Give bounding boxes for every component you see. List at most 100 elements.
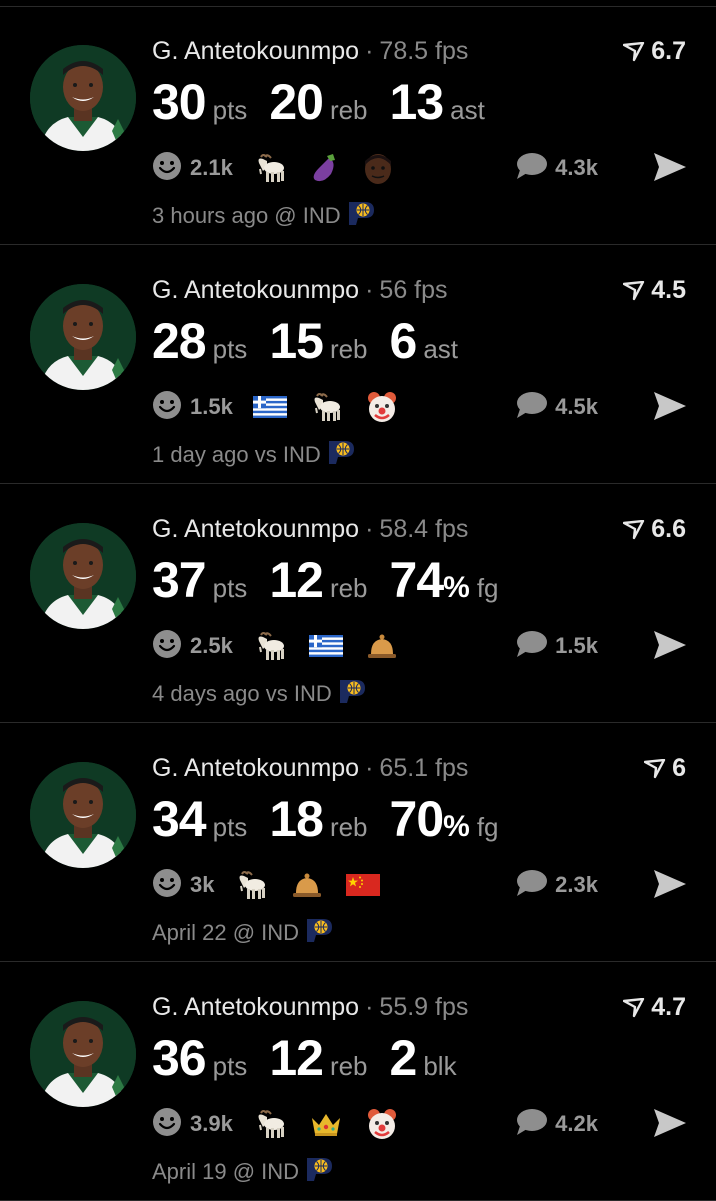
share-arrow-icon	[652, 392, 688, 426]
game-time-opponent: 3 hours ago @ IND	[152, 203, 341, 228]
stat-pts: 37 pts	[152, 551, 247, 609]
player-name[interactable]: G. Antetokounmpo	[152, 37, 359, 65]
player-avatar[interactable]	[30, 284, 136, 390]
stat-value: 18	[269, 791, 324, 847]
goat-icon[interactable]	[253, 1109, 287, 1139]
upvote-arrow-icon[interactable]	[623, 280, 645, 301]
vote-score[interactable]: 6.7	[623, 37, 686, 66]
stat-percent-sign: %	[443, 810, 470, 843]
vote-score[interactable]: 4.5	[623, 276, 686, 305]
react-button[interactable]: 3.9k	[152, 1107, 233, 1142]
goat-icon[interactable]	[309, 392, 343, 422]
comment-count: 2.3k	[555, 872, 598, 897]
upvote-arrow-icon[interactable]	[623, 519, 645, 540]
share-button[interactable]	[652, 868, 688, 905]
greece-flag-icon[interactable]	[252, 396, 287, 418]
player-name[interactable]: G. Antetokounmpo	[152, 754, 359, 782]
react-button[interactable]: 2.1k	[152, 151, 233, 186]
stat-percent-sign: %	[443, 571, 470, 604]
player-name[interactable]: G. Antetokounmpo	[152, 515, 359, 543]
upvote-arrow-icon[interactable]	[644, 758, 666, 779]
react-button[interactable]: 1.5k	[152, 390, 233, 425]
player-avatar[interactable]	[30, 45, 136, 151]
vote-score[interactable]: 6.6	[623, 515, 686, 544]
vote-score[interactable]: 4.7	[623, 993, 686, 1022]
comment-button[interactable]: 2.3k	[515, 867, 598, 903]
player-name[interactable]: G. Antetokounmpo	[152, 993, 359, 1021]
speech-bubble-icon	[515, 391, 548, 424]
clown-icon[interactable]	[365, 1107, 399, 1141]
comment-button[interactable]: 4.5k	[515, 389, 598, 425]
eggplant-icon[interactable]	[309, 152, 339, 184]
crown-icon[interactable]	[309, 1110, 343, 1138]
china-flag-icon[interactable]	[346, 874, 381, 896]
react-button[interactable]: 3k	[152, 868, 214, 903]
pacers-logo-icon	[327, 439, 355, 471]
smiley-icon	[152, 390, 182, 425]
game-info: April 19 @ IND	[152, 1156, 333, 1188]
pacers-logo-icon	[305, 1156, 333, 1188]
stat-value: 37	[152, 552, 207, 608]
stat-reb: 18 reb	[269, 790, 367, 848]
reaction-bar: 2.5k	[152, 628, 421, 664]
stat-ast: 13 ast	[390, 73, 485, 131]
post-card[interactable]: G. Antetokounmpo · 58.4 fps 6.6 37 pts 12 re…	[0, 485, 716, 723]
share-arrow-icon	[652, 153, 688, 187]
pacers-logo-icon	[347, 200, 375, 232]
reaction-count: 1.5k	[190, 394, 233, 419]
clown-icon[interactable]	[365, 390, 399, 424]
upvote-arrow-icon[interactable]	[623, 41, 645, 62]
stat-fg: 74% fg	[390, 551, 499, 609]
player-face-icon[interactable]	[361, 151, 395, 185]
reaction-count: 3.9k	[190, 1111, 233, 1136]
post-card[interactable]: G. Antetokounmpo · 65.1 fps 6 34 pts 18 reb …	[0, 724, 716, 962]
stat-reb: 12 reb	[269, 1029, 367, 1087]
greece-flag-icon[interactable]	[308, 635, 343, 657]
upvote-arrow-icon[interactable]	[623, 997, 645, 1018]
stat-unit: reb	[329, 1051, 368, 1081]
post-card[interactable]: G. Antetokounmpo · 78.5 fps 6.7 30 pts 20 re…	[0, 7, 716, 245]
reaction-bar: 3.9k	[152, 1106, 421, 1142]
stat-unit: pts	[212, 334, 248, 364]
score-value: 6.6	[651, 515, 686, 543]
goat-icon[interactable]	[234, 870, 268, 900]
react-button[interactable]: 2.5k	[152, 629, 233, 664]
bell-icon[interactable]	[365, 632, 399, 660]
score-value: 6.7	[651, 37, 686, 65]
goat-icon[interactable]	[253, 631, 287, 661]
game-time-opponent: 1 day ago vs IND	[152, 442, 321, 467]
vote-score[interactable]: 6	[644, 754, 686, 783]
share-button[interactable]	[652, 151, 688, 188]
post-card[interactable]: G. Antetokounmpo · 56 fps 4.5 28 pts 15 reb …	[0, 246, 716, 484]
share-button[interactable]	[652, 390, 688, 427]
smiley-icon	[152, 868, 182, 903]
comment-button[interactable]: 4.3k	[515, 150, 598, 186]
stat-fg: 70% fg	[390, 790, 499, 848]
game-time-opponent: 4 days ago vs IND	[152, 681, 332, 706]
speech-bubble-icon	[515, 152, 548, 185]
stat-unit: pts	[212, 1051, 248, 1081]
comment-count: 4.2k	[555, 1111, 598, 1136]
stat-unit: pts	[212, 812, 248, 842]
goat-icon[interactable]	[253, 153, 287, 183]
stat-unit: blk	[423, 1051, 457, 1081]
comment-button[interactable]: 1.5k	[515, 628, 598, 664]
player-avatar[interactable]	[30, 1001, 136, 1107]
stat-reb: 20 reb	[269, 73, 367, 131]
separator-dot: ·	[365, 37, 374, 65]
stat-unit: ast	[423, 334, 459, 364]
comment-count: 4.5k	[555, 394, 598, 419]
post-card[interactable]: G. Antetokounmpo · 55.9 fps 4.7 36 pts 12 re…	[0, 963, 716, 1201]
share-button[interactable]	[652, 629, 688, 666]
player-avatar[interactable]	[30, 523, 136, 629]
reaction-bar: 3k	[152, 867, 402, 903]
share-button[interactable]	[652, 1107, 688, 1144]
reaction-count: 3k	[190, 872, 215, 897]
fps-score: 55.9 fps	[379, 993, 469, 1021]
comment-button[interactable]: 4.2k	[515, 1106, 598, 1142]
reaction-count: 2.5k	[190, 633, 233, 658]
bell-icon[interactable]	[290, 871, 324, 899]
player-avatar[interactable]	[30, 762, 136, 868]
player-name[interactable]: G. Antetokounmpo	[152, 276, 359, 304]
smiley-icon	[152, 1107, 182, 1142]
